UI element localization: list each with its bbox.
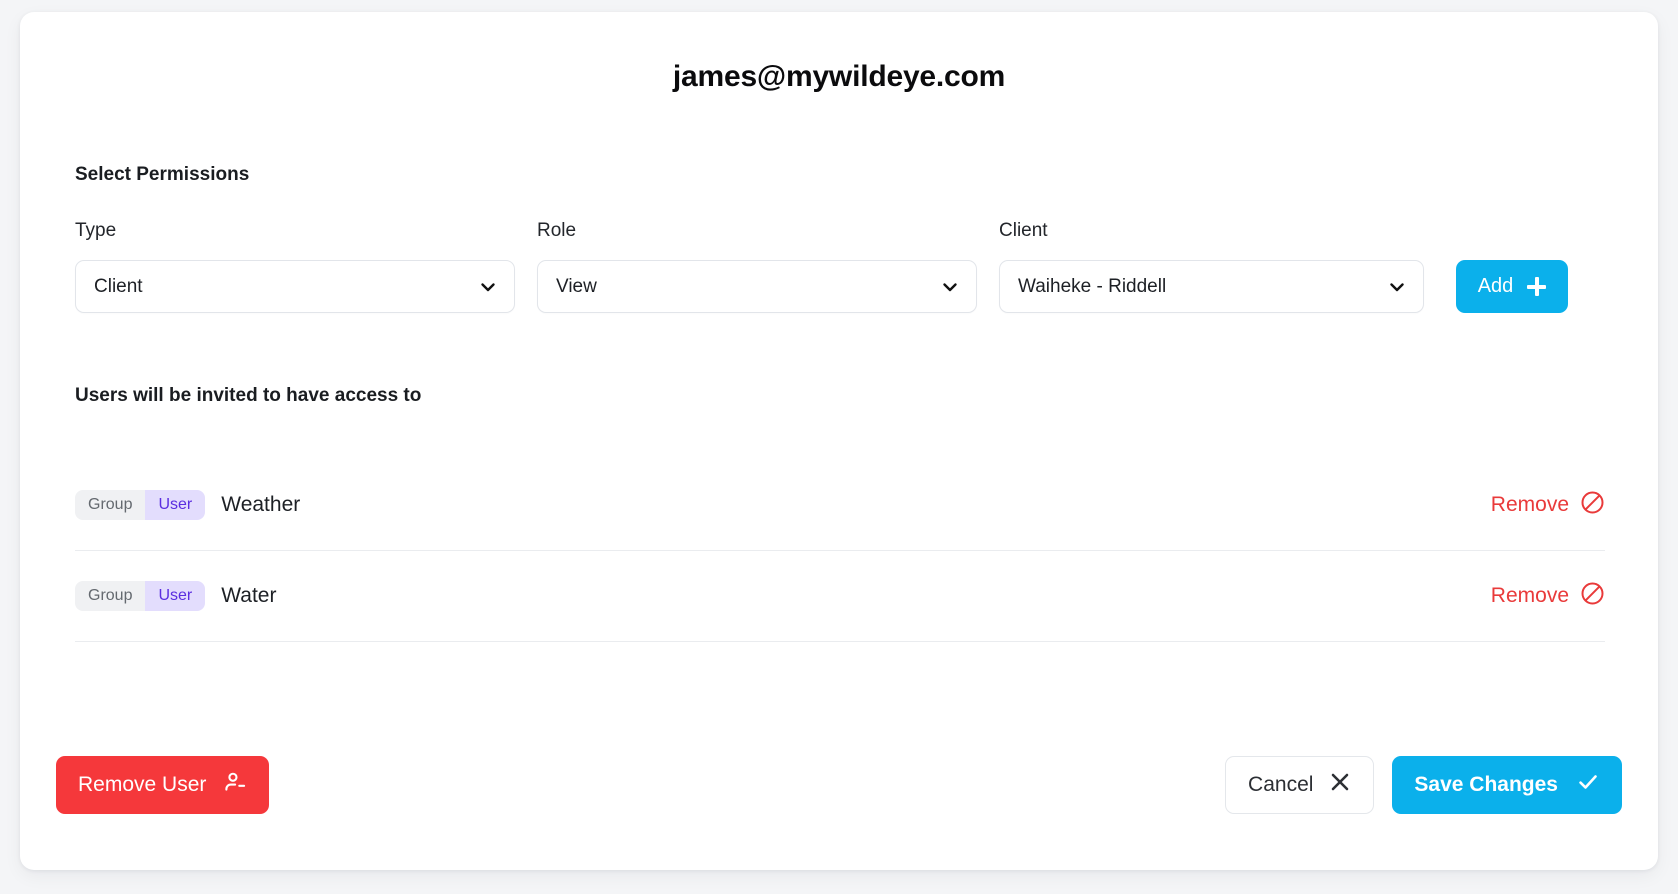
list-item: Group User Water Remove	[75, 551, 1605, 642]
list-item: Group User Weather Remove	[75, 460, 1605, 551]
save-changes-button[interactable]: Save Changes	[1392, 756, 1622, 814]
user-permissions-card: james@mywildeye.com Select Permissions T…	[20, 12, 1658, 870]
scope-toggle-user[interactable]: User	[145, 581, 205, 611]
scope-toggle[interactable]: Group User	[75, 581, 205, 611]
app-page: james@mywildeye.com Select Permissions T…	[0, 0, 1678, 894]
scope-toggle-user[interactable]: User	[145, 490, 205, 520]
permission-name: Weather	[221, 493, 300, 517]
scope-toggle-group[interactable]: Group	[75, 581, 145, 611]
remove-user-button[interactable]: Remove User	[56, 756, 269, 814]
chevron-down-icon	[941, 278, 959, 296]
chevron-down-icon	[479, 278, 497, 296]
remove-permission-button[interactable]: Remove	[1491, 581, 1605, 612]
permission-list: Group User Weather Remove Group	[75, 460, 1605, 642]
scope-toggle-group[interactable]: Group	[75, 490, 145, 520]
chevron-down-icon	[1388, 278, 1406, 296]
close-icon	[1329, 771, 1351, 799]
add-permission-button[interactable]: Add	[1456, 260, 1568, 313]
permission-name: Water	[221, 584, 276, 608]
invite-access-heading: Users will be invited to have access to	[75, 385, 421, 407]
cancel-button[interactable]: Cancel	[1225, 756, 1374, 814]
type-select[interactable]: Client	[75, 260, 515, 313]
client-field: Client Waiheke - Riddell	[999, 220, 1424, 313]
type-label: Type	[75, 220, 515, 242]
page-title: james@mywildeye.com	[20, 60, 1658, 94]
plus-icon	[1527, 277, 1546, 296]
permission-selector-row: Type Client Role View	[75, 220, 1595, 313]
dialog-footer: Remove User Cancel	[20, 756, 1658, 814]
remove-permission-button[interactable]: Remove	[1491, 490, 1605, 521]
ban-icon	[1580, 490, 1605, 521]
footer-actions: Cancel Save Changes	[1225, 756, 1622, 814]
ban-icon	[1580, 581, 1605, 612]
remove-permission-label: Remove	[1491, 493, 1569, 517]
type-select-value: Client	[94, 276, 143, 298]
client-select[interactable]: Waiheke - Riddell	[999, 260, 1424, 313]
select-permissions-heading: Select Permissions	[75, 164, 249, 186]
save-changes-label: Save Changes	[1414, 773, 1558, 797]
type-field: Type Client	[75, 220, 515, 313]
remove-user-label: Remove User	[78, 773, 206, 797]
remove-permission-label: Remove	[1491, 584, 1569, 608]
scope-toggle[interactable]: Group User	[75, 490, 205, 520]
cancel-label: Cancel	[1248, 773, 1313, 797]
check-icon	[1576, 770, 1600, 800]
role-field: Role View	[537, 220, 977, 313]
role-select[interactable]: View	[537, 260, 977, 313]
role-select-value: View	[556, 276, 597, 298]
add-button-label: Add	[1478, 275, 1514, 298]
client-label: Client	[999, 220, 1424, 242]
user-minus-icon	[222, 770, 247, 801]
client-select-value: Waiheke - Riddell	[1018, 276, 1166, 298]
role-label: Role	[537, 220, 977, 242]
